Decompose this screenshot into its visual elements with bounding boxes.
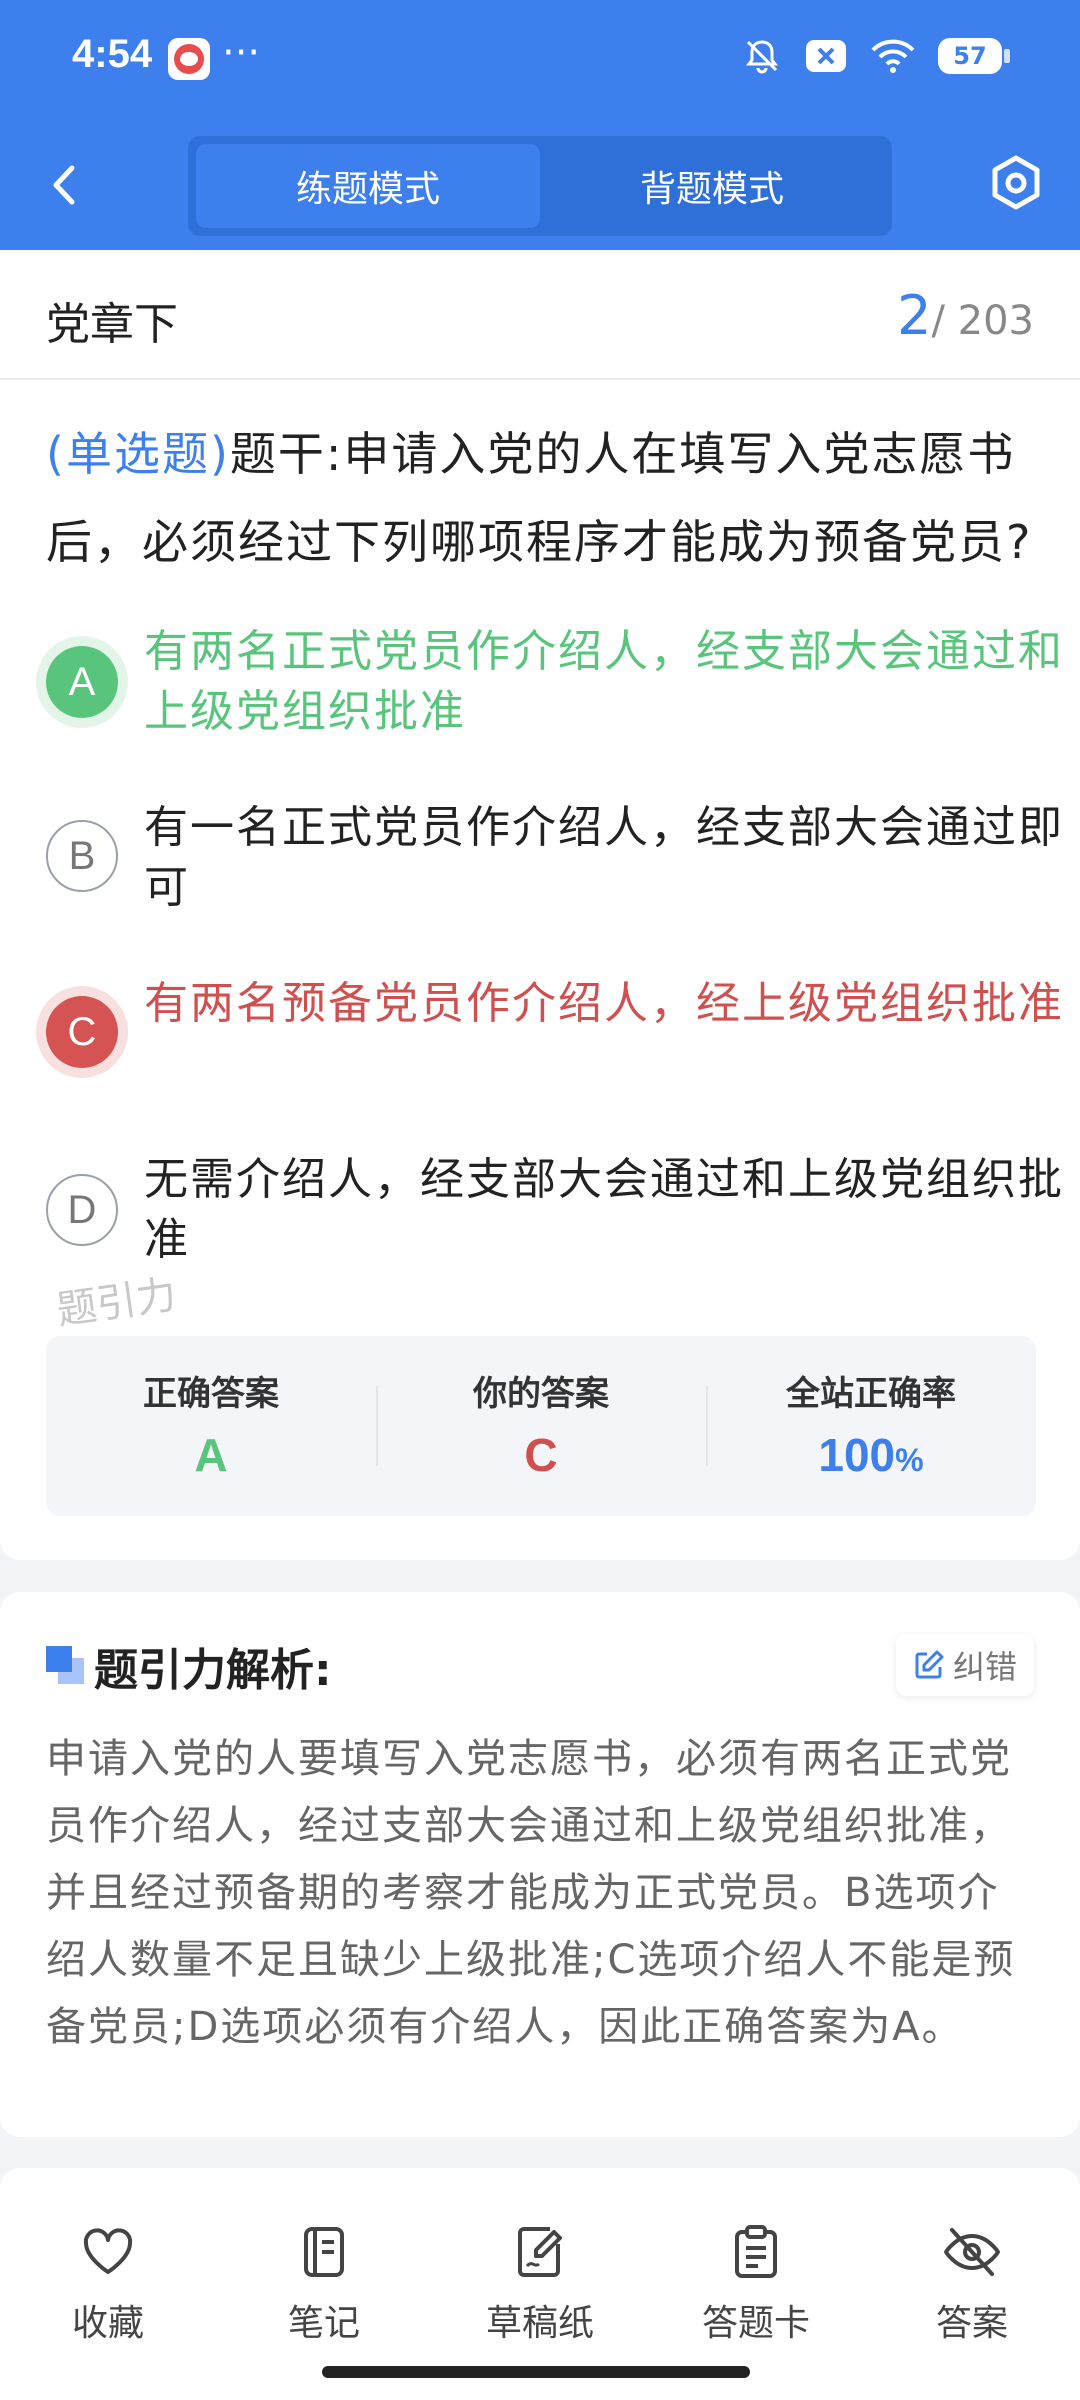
no-sim-icon bbox=[806, 40, 846, 72]
your-answer-value: C bbox=[524, 1429, 558, 1481]
option-b[interactable]: B 有一名正式党员作介绍人，经支部大会通过即可 bbox=[46, 798, 1062, 922]
your-answer-label: 你的答案 bbox=[473, 1374, 609, 1414]
scratch-paper-label: 草稿纸 bbox=[485, 2303, 594, 2344]
favorite-label: 收藏 bbox=[71, 2303, 144, 2344]
analysis-title: 题引力解析: bbox=[94, 1645, 332, 1696]
report-error-button[interactable]: 纠错 bbox=[896, 1634, 1034, 1696]
analysis-icon bbox=[46, 1646, 84, 1684]
option-c[interactable]: C 有两名预备党员作介绍人，经上级党组织批准 bbox=[46, 974, 1062, 1098]
home-indicator[interactable] bbox=[322, 2366, 750, 2378]
report-error-label: 纠错 bbox=[952, 1648, 1017, 1686]
question-type: (单选题) bbox=[46, 427, 230, 481]
favorite-button[interactable]: 收藏 bbox=[28, 2224, 188, 2346]
status-time: 4:54 bbox=[72, 32, 153, 76]
show-answer-button[interactable]: 答案 bbox=[892, 2224, 1052, 2346]
result-summary: 正确答案 A 你的答案 C 全站正确率 100% bbox=[46, 1336, 1036, 1516]
option-d-text: 无需介绍人，经支部大会通过和上级党组织批准 bbox=[144, 1154, 1064, 1265]
mute-bell-icon bbox=[746, 40, 778, 74]
edit-icon bbox=[915, 1650, 944, 1679]
notes-button[interactable]: 笔记 bbox=[244, 2224, 404, 2346]
show-answer-label: 答案 bbox=[935, 2303, 1008, 2344]
eye-off-icon bbox=[944, 2228, 1000, 2276]
battery-indicator: 57 bbox=[938, 38, 1010, 74]
status-icons: 57 bbox=[742, 36, 1010, 76]
app-header: 4:54 ··· 57 练题模式 背题模式 bbox=[0, 0, 1080, 250]
clipboard-icon bbox=[735, 2225, 777, 2278]
accuracy-unit: % bbox=[895, 1442, 924, 1478]
question-card: (单选题)题干:申请入党的人在填写入党志愿书后，必须经过下列哪项程序才能成为预备… bbox=[0, 380, 1080, 1560]
settings-button[interactable] bbox=[988, 152, 1044, 214]
accuracy-value: 100% bbox=[706, 1428, 1036, 1482]
option-b-text: 有一名正式党员作介绍人，经支部大会通过即可 bbox=[144, 802, 1064, 913]
option-a[interactable]: A 有两名正式党员作介绍人，经支部大会通过和上级党组织批准 bbox=[46, 622, 1062, 746]
notebook-icon bbox=[304, 2227, 344, 2277]
scratch-paper-icon bbox=[518, 2227, 562, 2277]
more-notifications-icon: ··· bbox=[222, 30, 261, 76]
analysis-card: 题引力解析: 纠错 申请入党的人要填写入党志愿书，必须有两名正式党员作介绍人，经… bbox=[0, 1592, 1080, 2137]
scratch-paper-button[interactable]: 草稿纸 bbox=[460, 2224, 620, 2346]
current-question-number: 2 bbox=[897, 284, 932, 347]
question-progress: 2/ 203 bbox=[897, 284, 1034, 347]
wifi-icon bbox=[871, 39, 915, 73]
mode-toggle: 练题模式 背题模式 bbox=[188, 136, 892, 236]
notes-label: 笔记 bbox=[287, 2303, 360, 2344]
option-c-letter: C bbox=[46, 996, 118, 1068]
hexagon-settings-icon bbox=[992, 155, 1040, 210]
chevron-left-icon bbox=[53, 165, 75, 205]
chapter-bar: 党章下 2/ 203 bbox=[0, 250, 1080, 380]
total-questions: / 203 bbox=[931, 298, 1034, 344]
chapter-title: 党章下 bbox=[46, 299, 178, 350]
option-a-letter: A bbox=[46, 646, 118, 718]
back-button[interactable] bbox=[44, 158, 84, 212]
correct-answer-label: 正确答案 bbox=[143, 1374, 279, 1414]
option-d-letter: D bbox=[46, 1174, 118, 1246]
accuracy-label: 全站正确率 bbox=[786, 1374, 956, 1414]
tab-memorize-mode[interactable]: 背题模式 bbox=[540, 144, 884, 228]
heart-icon bbox=[83, 2228, 133, 2274]
accuracy-number: 100 bbox=[818, 1429, 896, 1481]
option-c-text: 有两名预备党员作介绍人，经上级党组织批准 bbox=[144, 978, 1064, 1029]
analysis-text: 申请入党的人要填写入党志愿书，必须有两名正式党员作介绍人，经过支部大会通过和上级… bbox=[46, 1736, 1016, 2050]
accuracy-col: 全站正确率 100% bbox=[706, 1336, 1036, 1516]
question-text: (单选题)题干:申请入党的人在填写入党志愿书后，必须经过下列哪项程序才能成为预备… bbox=[46, 410, 1036, 586]
your-answer-col: 你的答案 C bbox=[376, 1336, 706, 1516]
option-d[interactable]: D 无需介绍人，经支部大会通过和上级党组织批准 bbox=[46, 1150, 1062, 1274]
correct-answer-col: 正确答案 A bbox=[46, 1336, 376, 1516]
correct-answer-value: A bbox=[194, 1429, 228, 1481]
app-notification-icon bbox=[168, 38, 210, 80]
tab-practice-mode[interactable]: 练题模式 bbox=[196, 144, 540, 228]
option-b-letter: B bbox=[46, 820, 118, 892]
answer-card-button[interactable]: 答题卡 bbox=[676, 2224, 836, 2346]
option-a-text: 有两名正式党员作介绍人，经支部大会通过和上级党组织批准 bbox=[144, 626, 1064, 737]
answer-card-label: 答题卡 bbox=[701, 2303, 810, 2344]
status-bar: 4:54 ··· 57 bbox=[0, 0, 1080, 120]
